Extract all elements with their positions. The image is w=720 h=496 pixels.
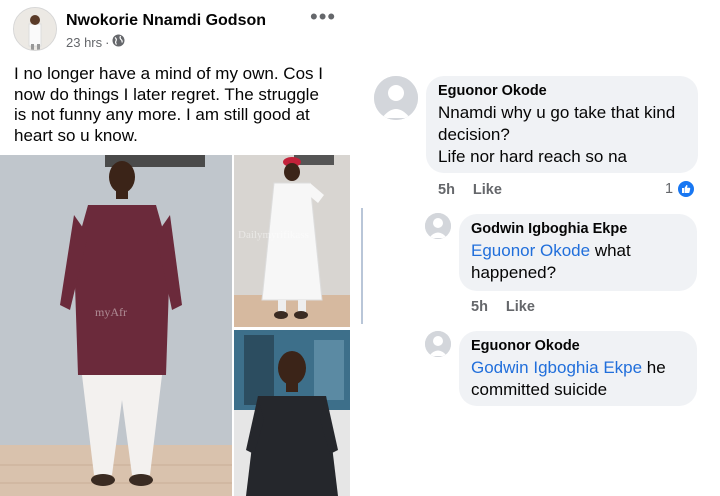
globe-icon[interactable]	[112, 34, 125, 50]
comment-author[interactable]: Eguonor Okode	[471, 338, 685, 354]
post-photo-1[interactable]: myAfr	[0, 155, 232, 496]
meta-separator: ·	[105, 34, 110, 50]
comment-actions: 5h Like	[438, 182, 502, 198]
comment-bubble: Eguonor Okode Nnamdi why u go take that …	[426, 76, 698, 173]
comment-text-line: Nnamdi why u go take that kind decision?	[438, 103, 676, 144]
more-icon[interactable]: •••	[310, 4, 336, 30]
comment-time[interactable]: 5h	[438, 182, 455, 198]
comment-author[interactable]: Eguonor Okode	[438, 83, 686, 99]
post-text: I no longer have a mind of my own. Cos I…	[14, 64, 323, 145]
post-time[interactable]: 23 hrs	[66, 35, 102, 50]
mention-link[interactable]: Eguonor Okode	[471, 241, 590, 260]
comment-actions: 5h Like	[471, 299, 535, 315]
post-photo-2[interactable]: Dailymyrifikass	[234, 155, 350, 327]
photo-watermark: Dailymyrifikass	[238, 229, 309, 241]
commenter-avatar[interactable]	[425, 331, 451, 357]
post-meta: 23 hrs ·	[66, 34, 125, 50]
comment-text: Eguonor Okode what happened?	[471, 240, 685, 284]
like-thumb-icon	[677, 180, 696, 198]
commenter-avatar[interactable]	[425, 213, 451, 239]
comment-bubble: Godwin Igboghia Ekpe Eguonor Okode what …	[459, 214, 697, 291]
mention-link[interactable]: Godwin Igboghia Ekpe	[471, 358, 642, 377]
facebook-post: Nwokorie Nnamdi Godson 23 hrs · ••• I no…	[0, 0, 350, 496]
commenter-avatar[interactable]	[374, 76, 418, 120]
photo-watermark: myAfr	[95, 305, 127, 319]
author-avatar[interactable]	[13, 7, 57, 51]
comment-text: Godwin Igboghia Ekpe he committed suicid…	[471, 357, 685, 401]
reaction-count[interactable]: 1	[665, 180, 696, 198]
author-name[interactable]: Nwokorie Nnamdi Godson	[66, 12, 266, 30]
reply-thread-line	[361, 208, 363, 324]
reaction-number: 1	[665, 181, 674, 197]
comment-bubble: Eguonor Okode Godwin Igboghia Ekpe he co…	[459, 331, 697, 406]
comment-text-line: Life nor hard reach so na	[438, 147, 628, 166]
like-button[interactable]: Like	[506, 299, 535, 315]
post-photo-3[interactable]	[234, 330, 350, 496]
like-button[interactable]: Like	[473, 182, 502, 198]
comment-time[interactable]: 5h	[471, 299, 488, 315]
comment-author[interactable]: Godwin Igboghia Ekpe	[471, 221, 685, 237]
